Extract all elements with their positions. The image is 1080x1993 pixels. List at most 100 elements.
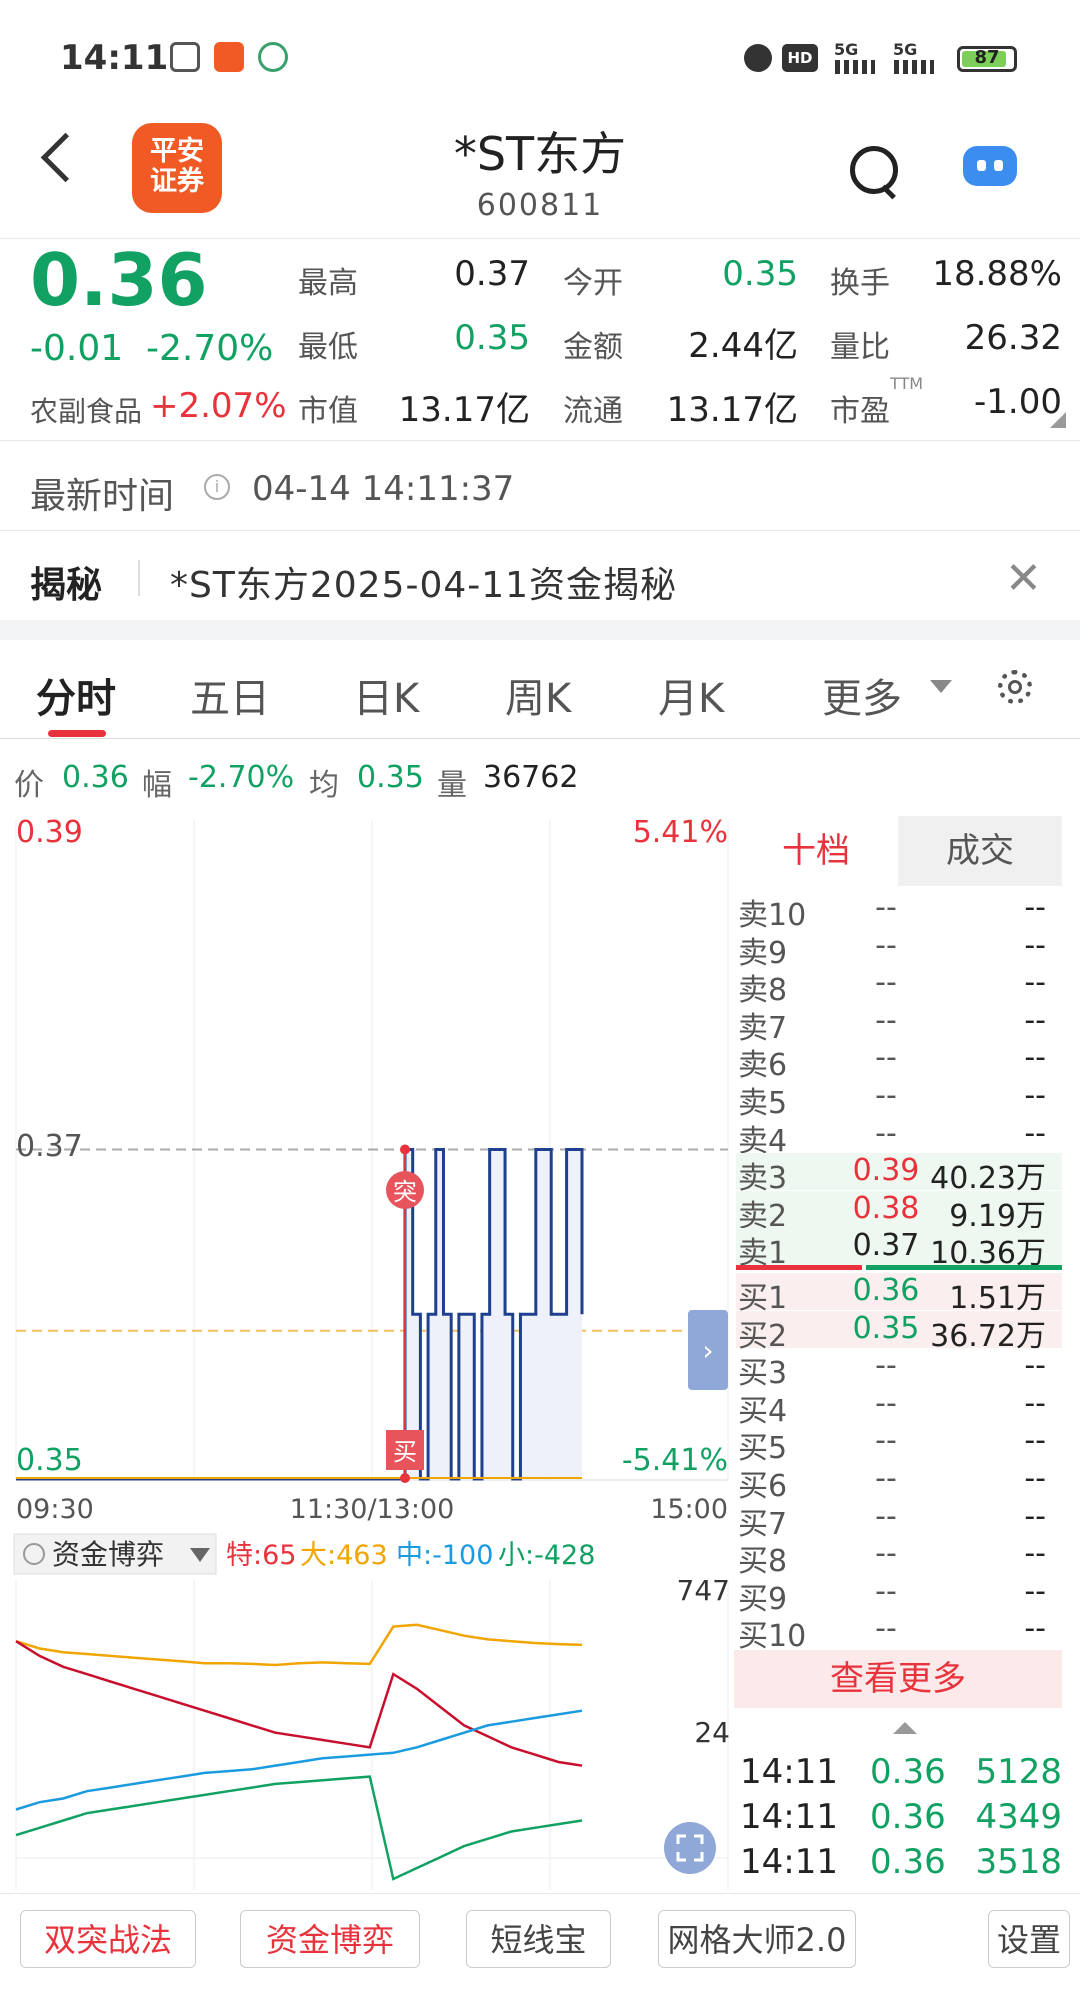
bid-row[interactable]: 买6 -- -- [736,1461,1062,1504]
search-icon[interactable] [850,146,898,194]
trade-time: 14:11 [740,1752,838,1792]
quote-label: 最低 [298,330,358,365]
ask-row[interactable]: 卖8 -- -- [736,965,1062,1008]
view-more-button[interactable]: 查看更多 [734,1650,1062,1708]
trade-row: 14:11 0.36 5128 [740,1752,1062,1796]
tab-ten-levels[interactable]: 十档 [734,816,898,886]
bid-row[interactable]: 买5 -- -- [736,1423,1062,1466]
bid-row[interactable]: 买8 -- -- [736,1536,1062,1579]
toolbar-button-1[interactable]: 资金博弈 [240,1910,420,1968]
fund-flow-legend: 小:-428 [498,1540,595,1571]
quote-value: 0.37 [454,254,530,294]
quote-value: 0.35 [722,254,798,294]
5g-label: 5G [834,40,859,59]
fund-flow-series-0 [15,1623,583,1667]
ask-row[interactable]: 卖4 -- -- [736,1115,1062,1159]
ask-row[interactable]: 卖9 -- -- [736,927,1062,971]
sector-name[interactable]: 农副食品 [30,390,142,430]
chevron-down-icon[interactable] [930,680,952,693]
info-vol-label: 量 [437,768,467,803]
x-tick-label: 09:30 [16,1494,94,1525]
bid-row[interactable]: 买4 -- -- [736,1386,1062,1429]
ask-volume: -- [1024,1040,1046,1076]
trade-price: 0.36 [870,1797,946,1837]
toolbar-button-2[interactable]: 短线宝 [466,1910,611,1968]
tab-monthly-k[interactable]: 月K [658,666,724,724]
bid-volume: -- [1024,1498,1046,1534]
5g-signal-icon [835,60,875,74]
bid-row[interactable]: 买9 -- -- [736,1574,1062,1617]
ask-price: -- [875,927,897,963]
battery-icon: 87 [957,46,1017,72]
tab-weekly-k[interactable]: 周K [505,666,571,724]
trade-volume: 3518 [975,1842,1062,1882]
trade-price: 0.36 [870,1842,946,1882]
tab-intraday[interactable]: 分时 [36,666,116,724]
gear-icon-center [1008,680,1022,694]
x-tick-label: 11:30/13:00 [290,1494,455,1525]
status-bar: 14:11 HD 5G 5G 87 [0,0,1080,110]
quote-label: 市盈 [830,394,890,429]
ask-row[interactable]: 卖7 -- -- [736,1003,1062,1046]
y-tick-label: 0.35 [16,1443,83,1478]
stock-code: 600811 [476,188,604,223]
bid-price: 0.36 [852,1273,920,1308]
ask-row[interactable]: 卖10 -- -- [736,890,1062,933]
quote-label: 最高 [298,266,358,301]
info-price-label: 价 [14,768,44,803]
bid-row[interactable]: 买1 0.36 1.51万 [736,1273,1062,1316]
divider [0,440,1080,441]
ask-bid-divider-green [866,1265,1062,1270]
ask-row[interactable]: 卖5 -- -- [736,1078,1062,1121]
buy-marker-label: 买 [393,1438,417,1466]
ask-row[interactable]: 卖1 0.37 10.36万 [736,1228,1062,1271]
reveal-separator [138,560,140,596]
ask-row[interactable]: 卖2 0.38 9.19万 [736,1190,1062,1234]
5g-signal-icon [894,60,934,74]
close-icon[interactable]: ✕ [1005,553,1042,604]
divider [0,530,1080,531]
quote-value: 13.17亿 [666,390,798,430]
sector-change[interactable]: +2.07% [150,386,287,426]
ask-price: -- [875,1078,897,1113]
intraday-charts[interactable]: 突买 › 0.39 0.37 0.35 5.41% -5.41% 09:30 11:30/13:… [0,800,730,1890]
info-price: 0.36 [62,760,129,795]
robot-assistant-icon[interactable] [963,146,1017,186]
tab-daily-k[interactable]: 日K [353,666,419,724]
quote-label: 量比 [830,330,890,365]
ask-row[interactable]: 卖3 0.39 40.23万 [736,1153,1062,1196]
info-icon[interactable]: i [204,474,230,500]
toolbar-button-3[interactable]: 网格大师2.0 [658,1910,856,1968]
chevron-right-icon[interactable]: › [702,1334,713,1367]
5g-label-2: 5G [893,40,918,59]
fullscreen-button[interactable] [664,1822,716,1874]
bid-row[interactable]: 买10 -- -- [736,1611,1062,1654]
fund-flow-legend: 中:-100 [396,1540,493,1571]
bid-volume: -- [1024,1423,1046,1459]
reveal-label: 揭秘 [30,565,103,606]
ask-price: -- [875,1115,897,1151]
app-notification-icon [170,42,200,72]
info-avg-label: 均 [309,768,339,803]
bid-row[interactable]: 买2 0.35 36.72万 [736,1310,1062,1354]
toolbar-button-4[interactable]: 设置 [988,1910,1070,1968]
tab-more[interactable]: 更多 [822,666,902,724]
toolbar-button-0[interactable]: 双突战法 [20,1910,196,1968]
quote-value: 0.35 [454,318,530,358]
ask-price: 0.37 [852,1228,920,1264]
ask-volume: -- [1024,1115,1046,1151]
reveal-link[interactable]: *ST东方2025-04-11资金揭秘 [170,556,677,608]
quote-label: 换手 [830,266,890,301]
fund-flow-y-tick: 24 [694,1716,730,1749]
ask-price: 0.38 [852,1190,920,1226]
fund-flow-series-1 [15,1640,583,1767]
bid-row[interactable]: 买7 -- -- [736,1498,1062,1542]
ask-row[interactable]: 卖6 -- -- [736,1040,1062,1083]
chevron-up-icon[interactable] [893,1722,917,1734]
expand-corner-icon[interactable] [1050,412,1066,428]
bid-row[interactable]: 买3 -- -- [736,1348,1062,1391]
pingan-app-icon [214,42,244,72]
signal-dot [400,1473,410,1483]
tab-5day[interactable]: 五日 [190,666,270,724]
tab-trades[interactable]: 成交 [898,816,1062,886]
